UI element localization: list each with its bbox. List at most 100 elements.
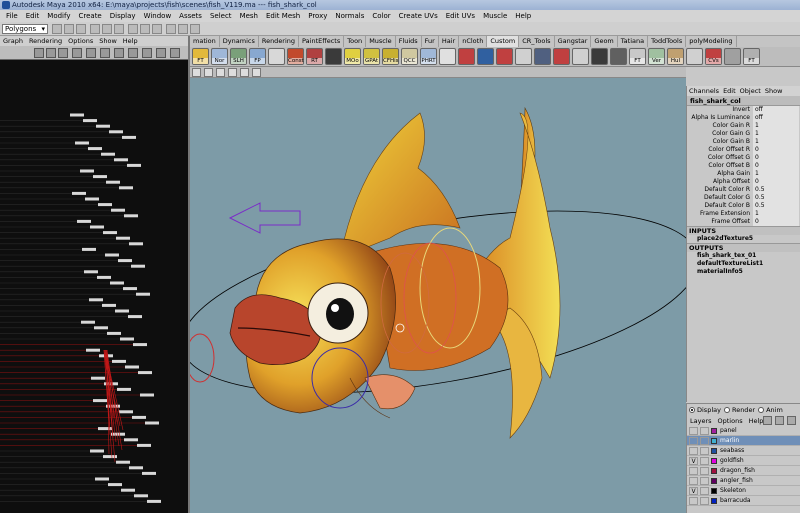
hypergraph-tool-button[interactable]	[100, 48, 110, 58]
shelf-tab-painteffects[interactable]: PaintEffects	[299, 36, 345, 47]
channel-value-field[interactable]: off	[753, 114, 799, 122]
hypergraph-node[interactable]	[93, 399, 107, 403]
channel-row[interactable]: Color Gain B1	[687, 138, 800, 146]
shelf-tab-fur[interactable]: Fur	[422, 36, 439, 47]
hypergraph-node[interactable]	[72, 191, 86, 195]
layer-radio-anim[interactable]: Anim	[758, 406, 783, 414]
channel-value-field[interactable]: 0	[753, 146, 799, 154]
status-tool-button[interactable]	[102, 24, 112, 34]
hypergraph-node[interactable]	[136, 292, 150, 296]
menu-select[interactable]: Select	[206, 10, 236, 22]
channel-row[interactable]: Alpha Offset 0	[687, 178, 800, 186]
layer-tool-icon[interactable]	[787, 416, 796, 425]
layer-color-swatch[interactable]	[711, 448, 717, 454]
hypergraph-node[interactable]	[81, 320, 95, 324]
hypergraph-node[interactable]	[84, 270, 98, 274]
hypergraph-canvas[interactable]	[0, 60, 188, 513]
channel-value-field[interactable]: 1	[753, 138, 799, 146]
menu-assets[interactable]: Assets	[175, 10, 206, 22]
hypergraph-node[interactable]	[114, 158, 128, 162]
menu-file[interactable]: File	[2, 10, 22, 22]
layer-row-skeleton[interactable]: V Skeleton	[687, 486, 800, 496]
shelf-tool-icon[interactable]	[496, 48, 513, 65]
hypergraph-node[interactable]	[103, 231, 117, 235]
viewport-tool-button[interactable]	[240, 68, 249, 77]
hypergraph-node[interactable]	[91, 376, 105, 380]
hypergraph-node[interactable]	[124, 438, 138, 442]
status-tool-button[interactable]	[64, 24, 74, 34]
viewport-tool-button[interactable]	[228, 68, 237, 77]
layer-type-toggle[interactable]	[700, 477, 709, 485]
output-node-fish-shark-tex-01[interactable]: fish_shark_tex_01	[687, 252, 800, 260]
hypergraph-tool-button[interactable]	[170, 48, 180, 58]
menu-edit[interactable]: Edit	[22, 10, 44, 22]
shelf-tool-icon[interactable]	[534, 48, 551, 65]
hypergraph-node[interactable]	[70, 113, 84, 117]
hypergraph-tool-button[interactable]	[58, 48, 68, 58]
shelf-tab-gangstar[interactable]: Gangstar	[555, 36, 592, 47]
hypergraph-node[interactable]	[109, 130, 123, 134]
hypergraph-node[interactable]	[124, 214, 138, 218]
shelf-tool-icon[interactable]: CFHis	[382, 48, 399, 65]
layer-type-toggle[interactable]	[700, 437, 709, 445]
hypergraph-menu-rendering[interactable]: Rendering	[26, 36, 65, 46]
menu-help[interactable]: Help	[511, 10, 535, 22]
input-node-place2dtexture5[interactable]: place2dTexture5	[687, 235, 800, 243]
hypergraph-node[interactable]	[111, 208, 125, 212]
channel-row[interactable]: Default Color G 0.5	[687, 194, 800, 202]
hypergraph-node[interactable]	[119, 186, 133, 190]
menu-edit-uvs[interactable]: Edit UVs	[442, 10, 479, 22]
shelf-tool-icon[interactable]: PHRT	[420, 48, 437, 65]
shelf-tool-icon[interactable]	[325, 48, 342, 65]
layer-type-toggle[interactable]	[700, 467, 709, 475]
layer-color-swatch[interactable]	[711, 488, 717, 494]
menu-normals[interactable]: Normals	[331, 10, 368, 22]
menu-color[interactable]: Color	[368, 10, 394, 22]
fish-model-render[interactable]	[190, 78, 686, 513]
layer-color-swatch[interactable]	[711, 478, 717, 484]
shelf-tool-icon[interactable]	[458, 48, 475, 65]
hypergraph-node[interactable]	[98, 203, 112, 207]
channel-value-field[interactable]: off	[753, 106, 799, 114]
layer-color-swatch[interactable]	[711, 468, 717, 474]
hypergraph-node[interactable]	[94, 326, 108, 330]
menu-create-uvs[interactable]: Create UVs	[395, 10, 442, 22]
channel-value-field[interactable]: 0.5	[753, 194, 799, 202]
hypergraph-node[interactable]	[129, 466, 143, 470]
hypergraph-node[interactable]	[96, 124, 110, 128]
channel-value-field[interactable]: 1	[753, 170, 799, 178]
hypergraph-node[interactable]	[145, 421, 159, 425]
hypergraph-node[interactable]	[121, 488, 135, 492]
hypergraph-node[interactable]	[101, 152, 115, 156]
hypergraph-tool-button[interactable]	[34, 48, 44, 58]
status-tool-button[interactable]	[140, 24, 150, 34]
hypergraph-node[interactable]	[110, 281, 124, 285]
hypergraph-tool-button[interactable]	[142, 48, 152, 58]
viewport-tool-button[interactable]	[252, 68, 261, 77]
hypergraph-node[interactable]	[125, 365, 139, 369]
menu-muscle[interactable]: Muscle	[479, 10, 511, 22]
menu-create[interactable]: Create	[74, 10, 105, 22]
hypergraph-tool-button[interactable]	[128, 48, 138, 58]
output-node-materialinfo5[interactable]: materialInfo5	[687, 268, 800, 276]
hypergraph-tool-button[interactable]	[46, 48, 56, 58]
status-tool-button[interactable]	[128, 24, 138, 34]
layer-row-dragon-fish[interactable]: dragon_fish	[687, 466, 800, 476]
layer-color-swatch[interactable]	[711, 458, 717, 464]
hypergraph-node[interactable]	[122, 135, 136, 139]
hypergraph-node[interactable]	[83, 119, 97, 123]
shelf-tab-toon[interactable]: Toon	[344, 36, 367, 47]
channel-menu-edit[interactable]: Edit	[721, 86, 738, 96]
hypergraph-node[interactable]	[116, 460, 130, 464]
hypergraph-node[interactable]	[133, 343, 147, 347]
channel-value-field[interactable]: 0	[753, 154, 799, 162]
hypergraph-node[interactable]	[77, 219, 91, 223]
status-tool-button[interactable]	[190, 24, 200, 34]
hypergraph-node[interactable]	[90, 449, 104, 453]
hypergraph-node[interactable]	[140, 393, 154, 397]
layer-visibility-toggle[interactable]	[689, 427, 698, 435]
shelf-tool-icon[interactable]: RT	[306, 48, 323, 65]
channel-row[interactable]: Color Gain R1	[687, 122, 800, 130]
shelf-tab-dynamics[interactable]: Dynamics	[220, 36, 259, 47]
shelf-tab-muscle[interactable]: Muscle	[366, 36, 396, 47]
